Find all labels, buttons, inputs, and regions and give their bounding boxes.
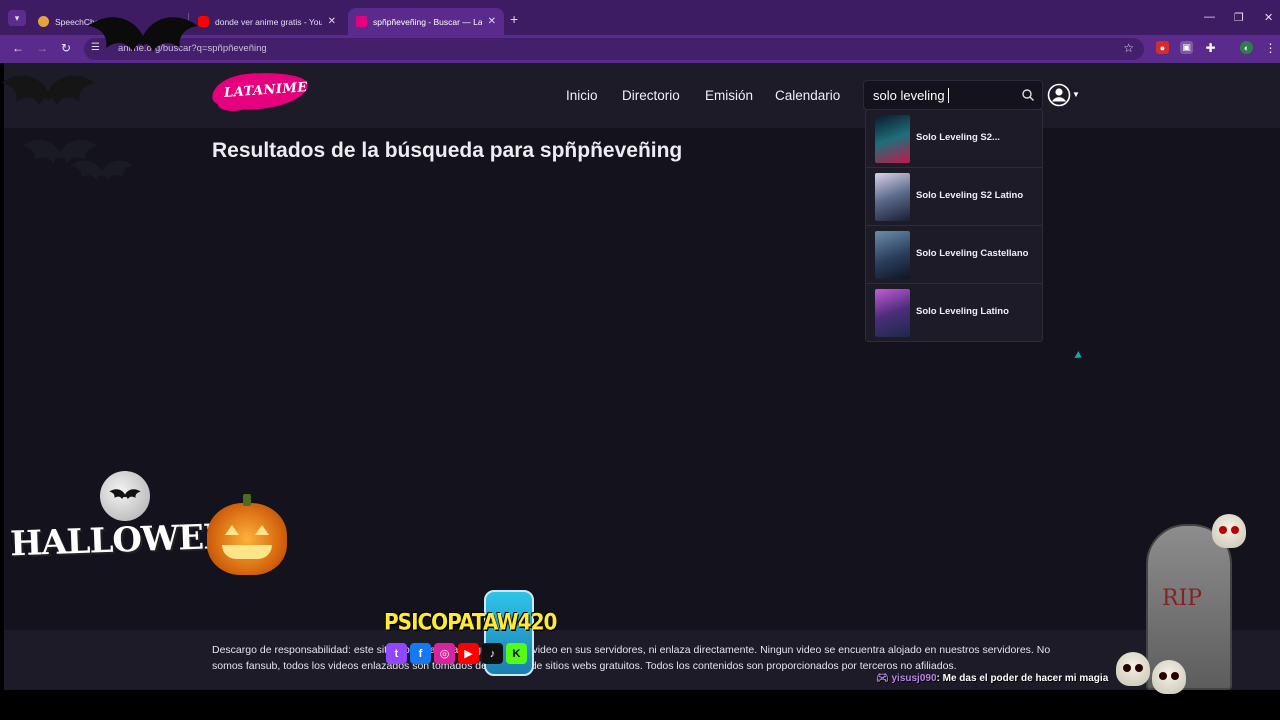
streamer-name: PSICOPATAW420 bbox=[384, 608, 557, 636]
search-suggestions-dropdown: Solo Leveling S2... Solo Leveling S2 Lat… bbox=[865, 109, 1043, 342]
tiktok-icon: ♪ bbox=[482, 643, 503, 664]
speechchat-favicon-icon bbox=[38, 16, 49, 27]
forward-arrow-icon[interactable]: → bbox=[34, 41, 50, 55]
close-tab-icon[interactable]: ✕ bbox=[488, 16, 496, 27]
chat-username: yisusj090 bbox=[891, 673, 937, 684]
nav-inicio[interactable]: Inicio bbox=[566, 88, 598, 103]
skull-eye bbox=[1171, 672, 1179, 680]
search-input[interactable]: solo leveling bbox=[863, 80, 1043, 110]
anime-poster-thumbnail bbox=[875, 115, 910, 163]
user-account-icon[interactable] bbox=[1047, 83, 1071, 107]
latanime-favicon-icon bbox=[356, 16, 367, 27]
logo-splash-drip bbox=[218, 99, 248, 111]
bat-decoration-icon bbox=[70, 160, 134, 181]
kick-icon: K bbox=[506, 643, 527, 664]
browser-menu-icon[interactable]: ⋮ bbox=[1264, 41, 1277, 55]
new-tab-button[interactable]: + bbox=[510, 11, 518, 27]
skull-eye bbox=[1123, 664, 1131, 672]
tab-youtube[interactable]: donde ver anime gratis - YouTube ✕ bbox=[190, 8, 344, 35]
extensions-puzzle-icon[interactable]: ✚ bbox=[1204, 41, 1217, 55]
suggestion-item[interactable]: Solo Leveling Latino bbox=[866, 284, 1042, 342]
skull-eye bbox=[1231, 526, 1239, 534]
tab-search-button[interactable]: ▾ bbox=[8, 10, 26, 26]
skull-icon bbox=[1116, 652, 1150, 686]
nav-emision[interactable]: Emisión bbox=[705, 88, 753, 103]
suggestion-item[interactable]: Solo Leveling S2... bbox=[866, 110, 1042, 168]
skull-eye bbox=[1159, 672, 1167, 680]
pumpkin-icon bbox=[207, 494, 287, 575]
suggestion-item[interactable]: Solo Leveling Castellano bbox=[866, 226, 1042, 284]
restore-button[interactable]: ❐ bbox=[1234, 11, 1244, 24]
bookmark-star-icon[interactable]: ☆ bbox=[1123, 41, 1134, 55]
nav-directorio[interactable]: Directorio bbox=[622, 88, 680, 103]
anime-poster-thumbnail bbox=[875, 289, 910, 337]
close-window-button[interactable]: ✕ bbox=[1264, 11, 1273, 24]
skull-eye bbox=[1219, 526, 1227, 534]
tombstone-text: RIP bbox=[1162, 586, 1203, 611]
extension-red-icon[interactable]: ● bbox=[1156, 41, 1169, 54]
anime-poster-thumbnail bbox=[875, 231, 910, 279]
chevron-down-icon[interactable]: ▼ bbox=[1072, 90, 1080, 99]
facebook-icon: f bbox=[410, 643, 431, 664]
profile-avatar-icon[interactable]: ◐ bbox=[1240, 41, 1253, 54]
page-title: Resultados de la búsqueda para spñpñeveñ… bbox=[212, 139, 683, 162]
search-icon[interactable] bbox=[1021, 88, 1035, 102]
pumpkin-mouth bbox=[222, 545, 272, 559]
anime-poster-thumbnail bbox=[875, 173, 910, 221]
youtube-favicon-icon bbox=[198, 16, 209, 27]
bat-decoration-icon bbox=[0, 75, 96, 106]
pumpkin-eye bbox=[225, 525, 239, 535]
tab-latanime[interactable]: spñpñeveñing - Buscar — Latanime ✕ bbox=[348, 8, 504, 35]
bat-decoration-icon bbox=[88, 17, 198, 52]
back-arrow-icon[interactable]: ← bbox=[10, 41, 26, 55]
web-page: LATANIME Inicio Directorio Emisión Calen… bbox=[4, 63, 1280, 690]
skull-icon bbox=[1152, 660, 1186, 694]
reload-icon[interactable]: ↻ bbox=[58, 41, 74, 55]
twitch-icon: t bbox=[386, 643, 407, 664]
youtube-icon: ▶ bbox=[458, 643, 479, 664]
address-bar[interactable]: ☰ anime.org/buscar?q=spñpñeveñing ☆ bbox=[84, 38, 1144, 60]
minimize-button[interactable]: — bbox=[1204, 11, 1215, 23]
site-logo[interactable]: LATANIME bbox=[210, 69, 312, 113]
bat-decoration-icon bbox=[109, 489, 141, 500]
disclaimer-text: Descargo de responsabilidad: este sitio … bbox=[212, 644, 1051, 672]
skull-icon bbox=[1212, 514, 1246, 548]
social-icons: t f ◎ ▶ ♪ K bbox=[386, 643, 527, 664]
instagram-icon: ◎ bbox=[434, 643, 455, 664]
search-input-value: solo leveling bbox=[873, 88, 945, 103]
text-caret bbox=[948, 88, 949, 103]
pumpkin-stem bbox=[243, 494, 251, 506]
extension-gallery-icon[interactable]: ▣ bbox=[1180, 41, 1193, 54]
stream-chat-message: 🎮︎ yisusj090: Me das el poder de hacer m… bbox=[876, 673, 1108, 684]
pumpkin-eye bbox=[255, 525, 269, 535]
gamepad-icon: 🎮︎ bbox=[876, 673, 892, 684]
close-tab-icon[interactable]: ✕ bbox=[328, 16, 336, 27]
mouse-cursor-icon bbox=[1074, 351, 1084, 361]
nav-calendario[interactable]: Calendario bbox=[775, 88, 840, 103]
suggestion-item[interactable]: Solo Leveling S2 Latino bbox=[866, 168, 1042, 226]
skull-eye bbox=[1135, 664, 1143, 672]
chat-message-text: : Me das el poder de hacer mi magia bbox=[936, 673, 1109, 684]
